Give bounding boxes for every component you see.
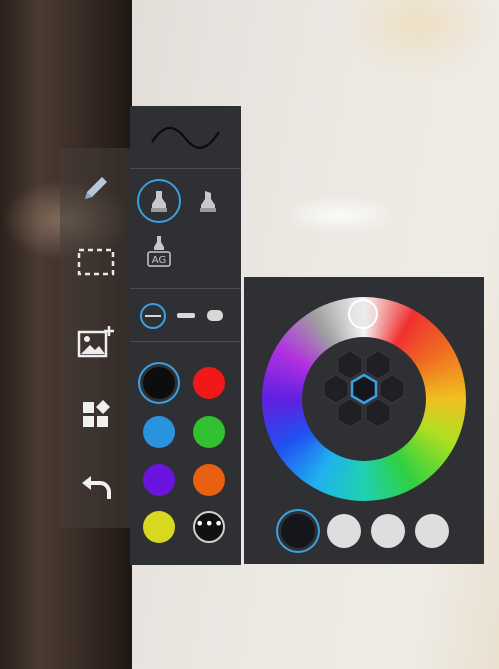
pen-icon bbox=[85, 177, 107, 199]
thickness-thick-button[interactable] bbox=[203, 301, 227, 331]
shade-hexagon bbox=[365, 398, 391, 428]
recent-color-4[interactable] bbox=[415, 514, 449, 548]
handwriting-recognition-pen-button[interactable]: AG bbox=[137, 230, 181, 274]
select-tool-button[interactable] bbox=[60, 234, 132, 290]
color-wheel-handle[interactable] bbox=[348, 299, 378, 329]
shade-hexagon bbox=[323, 374, 349, 404]
pen-type-badge: AG bbox=[152, 255, 166, 266]
color-swatch-purple[interactable] bbox=[143, 464, 175, 496]
recent-color-3[interactable] bbox=[371, 514, 405, 548]
add-image-icon bbox=[77, 326, 114, 358]
shade-hexagon bbox=[337, 398, 363, 428]
color-swatch-red[interactable] bbox=[193, 367, 225, 399]
selected-shade-hexagon bbox=[350, 373, 378, 405]
text-recognition-pen-icon: AG bbox=[147, 236, 171, 267]
color-picker-panel bbox=[244, 277, 484, 564]
divider bbox=[130, 168, 241, 169]
recent-color-2[interactable] bbox=[327, 514, 361, 548]
thickness-thin-button[interactable] bbox=[138, 301, 168, 331]
recent-color-1[interactable] bbox=[281, 514, 315, 548]
pen-tool-button[interactable] bbox=[60, 160, 132, 216]
thickness-medium-button[interactable] bbox=[174, 301, 198, 331]
dashed-selection-icon bbox=[77, 248, 115, 276]
undo-button[interactable] bbox=[60, 462, 132, 518]
marker-pen-button[interactable] bbox=[137, 179, 181, 223]
shapes-tool-button[interactable] bbox=[60, 386, 132, 442]
thick-line-icon bbox=[207, 310, 223, 321]
color-swatch-black[interactable] bbox=[143, 367, 175, 399]
divider bbox=[130, 341, 241, 342]
pen-options-panel: AG ••• bbox=[130, 106, 241, 565]
shade-hexagon bbox=[379, 374, 405, 404]
color-swatch-yellow[interactable] bbox=[143, 511, 175, 543]
color-swatch-green[interactable] bbox=[193, 416, 225, 448]
highlighter-icon bbox=[200, 191, 216, 212]
color-swatch-orange[interactable] bbox=[193, 464, 225, 496]
divider bbox=[130, 288, 241, 289]
whiteboard-toolbar bbox=[60, 148, 132, 528]
shade-hexagon bbox=[337, 350, 363, 380]
highlighter-pen-button[interactable] bbox=[186, 179, 230, 223]
add-image-button[interactable] bbox=[60, 314, 132, 370]
medium-line-icon bbox=[177, 313, 195, 318]
thin-line-icon bbox=[140, 303, 166, 329]
stroke-preview bbox=[151, 126, 220, 149]
undo-icon bbox=[82, 476, 111, 499]
shade-hexagon bbox=[365, 350, 391, 380]
light-reflection bbox=[280, 195, 400, 235]
shapes-icon bbox=[83, 400, 110, 427]
more-colors-button[interactable]: ••• bbox=[193, 511, 225, 543]
shade-hexagon-grid bbox=[323, 350, 405, 428]
color-swatch-blue[interactable] bbox=[143, 416, 175, 448]
light-reflection bbox=[340, 0, 499, 80]
marker-icon bbox=[151, 191, 167, 212]
